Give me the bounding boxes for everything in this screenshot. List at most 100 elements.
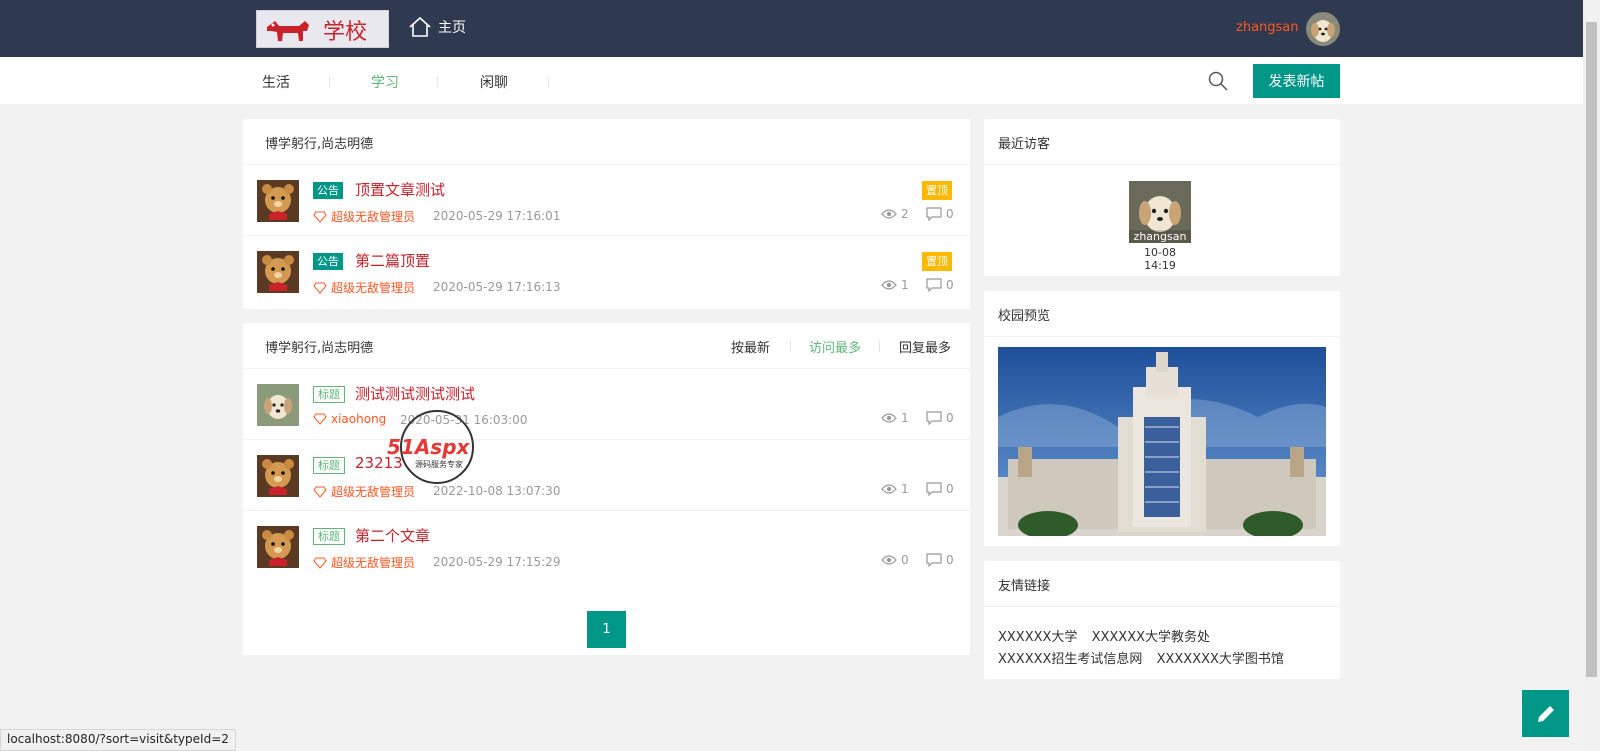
scrollbar-thumb[interactable] — [1586, 22, 1597, 677]
page-button-1[interactable]: 1 — [587, 611, 626, 648]
list-item[interactable]: 标题 测试测试测试测试 xiaohong 2020-05-31 16:03:00… — [243, 370, 970, 440]
username-link[interactable]: zhangsan — [1236, 20, 1299, 35]
list-heading: 博学躬行,尚志明德 — [265, 341, 374, 356]
comment-count: 0 — [926, 278, 954, 292]
view-count-value: 1 — [901, 278, 909, 292]
pencil-icon — [1537, 705, 1554, 722]
diamond-icon — [313, 557, 327, 569]
post-tag: 标题 — [313, 528, 345, 545]
pinned-posts-card: 博学躬行,尚志明德 公告 顶置文章测试 超级无敌管理员 2020-05-29 1… — [243, 119, 970, 309]
status-bar-url: localhost:8080/?sort=visit&typeId=2 — [0, 729, 236, 751]
home-icon — [409, 16, 431, 37]
watermark-tagline: 源码服务专家 — [415, 460, 463, 469]
comment-count-value: 0 — [946, 411, 954, 425]
eye-icon — [881, 413, 897, 423]
visitor-item[interactable]: zhangsan 10-08 14:19 — [1129, 181, 1191, 272]
comment-count: 0 — [926, 411, 954, 425]
sort-separator — [879, 340, 880, 352]
eye-icon — [881, 280, 897, 290]
eye-icon — [881, 209, 897, 219]
friend-link[interactable]: XXXXXX大学 — [998, 630, 1077, 645]
links-title: 友情链接 — [984, 561, 1340, 607]
friend-link[interactable]: XXXXXX大学教务处 — [1092, 630, 1210, 645]
post-title[interactable]: 第二篇顶置 — [355, 250, 430, 271]
post-time: 2022-10-08 13:07:30 — [433, 484, 561, 498]
pagination: 1 — [243, 583, 970, 653]
view-count: 2 — [881, 207, 909, 221]
list-item[interactable]: 标题 23213 超级无敌管理员 2022-10-08 13:07:30 1 0 — [243, 441, 970, 511]
view-count-value: 1 — [901, 482, 909, 496]
eye-icon — [881, 484, 897, 494]
list-item[interactable]: 公告 第二篇顶置 超级无敌管理员 2020-05-29 17:16:13 置顶 … — [243, 237, 970, 307]
friend-link[interactable]: XXXXXXX大学图书馆 — [1157, 652, 1284, 667]
campus-building-image[interactable] — [998, 347, 1326, 536]
list-item[interactable]: 标题 第二个文章 超级无敌管理员 2020-05-29 17:15:29 0 0 — [243, 512, 970, 582]
post-title[interactable]: 顶置文章测试 — [355, 179, 445, 200]
diamond-icon — [313, 282, 327, 294]
sort-newest[interactable]: 按最新 — [731, 337, 770, 356]
post-tag: 公告 — [313, 182, 343, 199]
friend-links-list: XXXXXX大学 XXXXXX大学教务处 XXXXXX招生考试信息网 XXXXX… — [998, 627, 1294, 671]
teddy-bear-avatar-icon — [257, 251, 299, 293]
nav-item-life[interactable]: 生活 — [262, 72, 290, 92]
watermark-brand: 51Aspx — [387, 435, 470, 459]
pinned-heading: 博学躬行,尚志明德 — [243, 119, 970, 165]
sort-separator — [790, 340, 791, 352]
post-author[interactable]: 超级无敌管理员 — [313, 554, 415, 571]
visitor-avatar: zhangsan — [1129, 181, 1191, 243]
friend-links-card: 友情链接 XXXXXX大学 XXXXXX大学教务处 XXXXXX招生考试信息网 … — [984, 561, 1340, 679]
logo-text: 学校 — [323, 20, 368, 45]
list-item[interactable]: 公告 顶置文章测试 超级无敌管理员 2020-05-29 17:16:01 置顶… — [243, 166, 970, 236]
author-name: xiaohong — [331, 412, 387, 426]
pinned-badge: 置顶 — [922, 252, 952, 271]
comment-icon — [926, 482, 942, 496]
view-count: 1 — [881, 278, 909, 292]
post-list-card: 博学躬行,尚志明德 按最新 访问最多 回复最多 标题 测试测试测试测试 xiao… — [243, 323, 970, 655]
page-scrollbar[interactable] — [1583, 0, 1600, 751]
post-title[interactable]: 第二个文章 — [355, 525, 430, 546]
search-icon[interactable] — [1207, 70, 1229, 92]
friend-link[interactable]: XXXXXX招生考试信息网 — [998, 652, 1142, 667]
post-time: 2020-05-29 17:16:01 — [433, 209, 561, 223]
nav-separator — [548, 76, 549, 88]
comment-icon — [926, 207, 942, 221]
author-name: 超级无敌管理员 — [331, 210, 416, 224]
post-time: 2020-05-29 17:15:29 — [433, 555, 561, 569]
teddy-bear-avatar-icon — [257, 180, 299, 222]
comment-icon — [926, 411, 942, 425]
campus-preview-card: 校园预览 — [984, 291, 1340, 546]
edit-fab-button[interactable] — [1522, 690, 1569, 737]
home-link[interactable]: 主页 — [408, 16, 466, 38]
comment-icon — [926, 553, 942, 567]
top-header: 学校 主页 zhangsan — [0, 0, 1583, 57]
puppy-avatar-icon — [1306, 12, 1340, 46]
post-author[interactable]: 超级无敌管理员 — [313, 483, 415, 500]
nav-separator — [329, 76, 330, 88]
post-author[interactable]: 超级无敌管理员 — [313, 279, 415, 296]
new-post-button[interactable]: 发表新帖 — [1253, 64, 1340, 98]
comment-count-value: 0 — [946, 207, 954, 221]
post-title[interactable]: 测试测试测试测试 — [355, 383, 475, 404]
comment-icon — [926, 278, 942, 292]
teddy-bear-avatar-icon — [257, 526, 299, 568]
user-avatar[interactable] — [1306, 12, 1340, 46]
author-name: 超级无敌管理员 — [331, 556, 416, 570]
nav-item-chat[interactable]: 闲聊 — [480, 72, 508, 92]
diamond-icon — [313, 413, 327, 425]
comment-count: 0 — [926, 482, 954, 496]
post-author[interactable]: xiaohong — [313, 412, 386, 426]
view-count-value: 0 — [901, 553, 909, 567]
recent-visitors-card: 最近访客 zhangsan 10-08 14:19 — [984, 119, 1340, 276]
watermark-logo: 51Aspx 源码服务专家 — [385, 405, 513, 485]
post-author[interactable]: 超级无敌管理员 — [313, 208, 415, 225]
category-nav: 生活 学习 闲聊 发表新帖 — [0, 57, 1583, 104]
sort-most-replied[interactable]: 回复最多 — [899, 337, 951, 356]
site-logo[interactable]: 学校 — [256, 10, 389, 48]
sort-most-visited[interactable]: 访问最多 — [809, 337, 861, 356]
teddy-bear-avatar-icon — [257, 455, 299, 497]
eye-icon — [881, 555, 897, 565]
comment-count-value: 0 — [946, 482, 954, 496]
post-tag: 标题 — [313, 457, 345, 474]
nav-item-study[interactable]: 学习 — [371, 72, 399, 92]
post-tag: 公告 — [313, 253, 343, 270]
